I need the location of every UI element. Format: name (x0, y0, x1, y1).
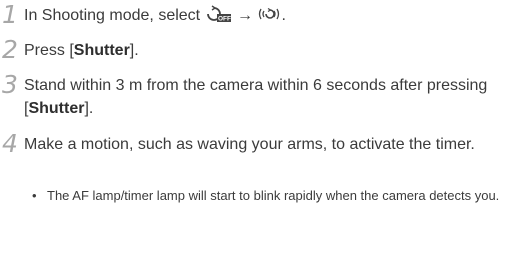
step-text-before: In Shooting mode, select (24, 7, 205, 24)
step-1: 1 In Shooting mode, select OFF → . (2, 0, 523, 30)
step-text: Stand within 3 m from the camera within … (24, 74, 523, 120)
step-2: 2 Press [Shutter]. (2, 35, 523, 64)
step-text-prefix: Stand within 3 m from the camera within … (24, 77, 488, 117)
arrow-text: → (237, 7, 254, 24)
note-bullet: • The AF lamp/timer lamp will start to b… (32, 186, 523, 205)
timer-off-icon: OFF (205, 5, 233, 30)
bullet-mark: • (32, 188, 37, 203)
step-number: 2 (2, 35, 18, 64)
step-text-after: . (281, 7, 286, 24)
step-text-prefix: Press [ (24, 42, 74, 59)
step-number: 3 (2, 70, 18, 99)
step-3: 3 Stand within 3 m from the camera withi… (2, 70, 523, 120)
step-text-suffix: ]. (129, 42, 139, 59)
shutter-button-label: Shutter (28, 100, 85, 117)
step-text: Press [Shutter]. (24, 39, 523, 62)
step-number: 1 (2, 0, 18, 29)
step-number: 4 (2, 129, 18, 158)
step-4: 4 Make a motion, such as waving your arm… (2, 129, 523, 158)
shutter-button-label: Shutter (73, 42, 130, 59)
motion-timer-icon (257, 5, 281, 30)
step-text: Make a motion, such as waving your arms,… (24, 136, 475, 153)
svg-text:OFF: OFF (218, 16, 231, 23)
step-text-suffix: ]. (84, 100, 94, 117)
note-text: The AF lamp/timer lamp will start to bli… (47, 188, 500, 203)
step-text: In Shooting mode, select OFF → . (24, 4, 523, 30)
